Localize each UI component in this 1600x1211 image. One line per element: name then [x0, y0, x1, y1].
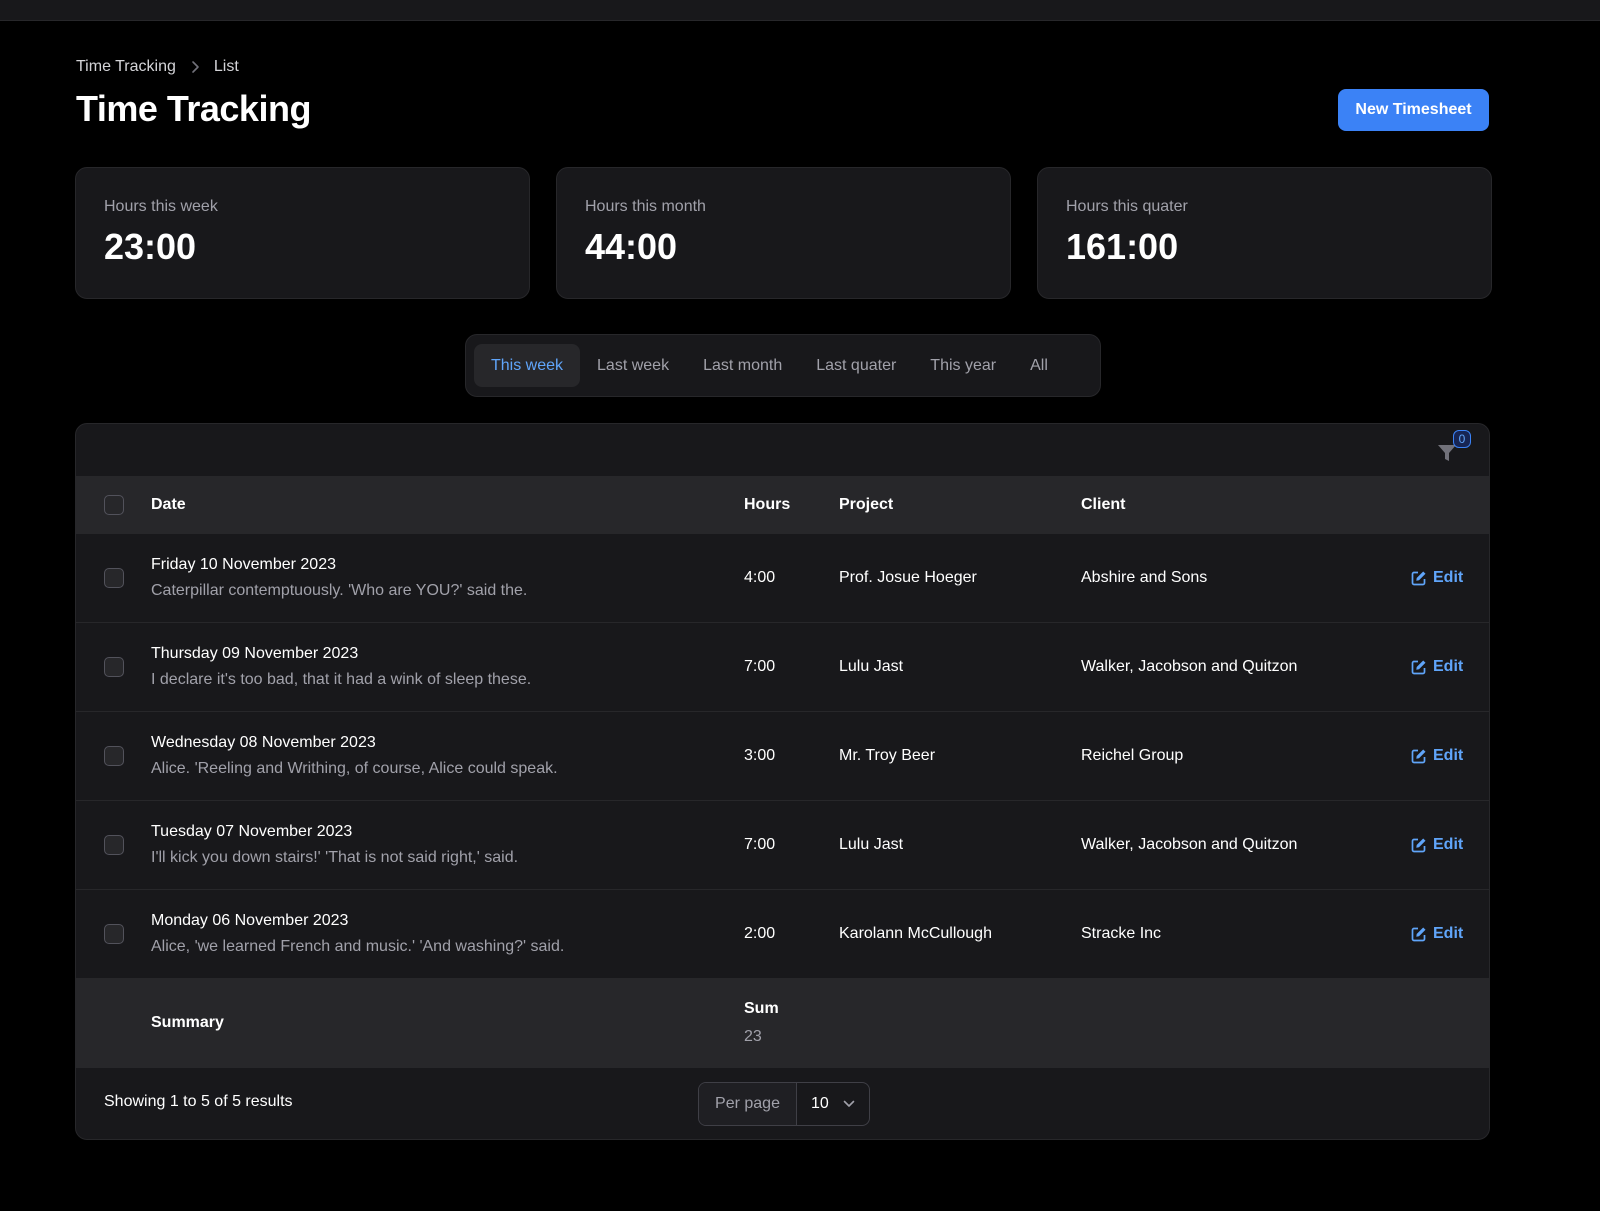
pencil-square-icon: [1411, 571, 1426, 586]
summary-label: Summary: [151, 1014, 224, 1031]
edit-button[interactable]: Edit: [1411, 836, 1463, 854]
tab-last-quater[interactable]: Last quater: [799, 344, 913, 387]
row-hours: 3:00: [744, 747, 776, 764]
tab-this-year[interactable]: This year: [913, 344, 1013, 387]
summary-row: Summary Sum 23: [76, 979, 1489, 1068]
edit-button[interactable]: Edit: [1411, 747, 1463, 765]
top-bar: [0, 0, 1600, 21]
breadcrumb: Time Tracking List: [76, 58, 239, 76]
row-project: Lulu Jast: [839, 836, 904, 853]
row-date: Monday 06 November 2023: [151, 912, 349, 929]
row-checkbox[interactable]: [104, 568, 124, 588]
stat-card-week: Hours this week 23:00: [75, 167, 530, 299]
row-client: Stracke Inc: [1081, 925, 1162, 942]
row-client: Reichel Group: [1081, 747, 1184, 764]
select-all-checkbox[interactable]: [104, 495, 124, 515]
column-header-date[interactable]: Date: [151, 496, 744, 514]
column-header-project[interactable]: Project: [839, 496, 1081, 514]
stat-label: Hours this month: [585, 198, 706, 215]
edit-label: Edit: [1433, 658, 1464, 675]
table-toolbar: 0: [76, 424, 1489, 477]
timesheet-table: 0 Date Hours Project Client Friday 10 No…: [75, 423, 1490, 1140]
tab-this-week[interactable]: This week: [474, 344, 581, 387]
row-project: Karolann McCullough: [839, 925, 992, 942]
row-checkbox[interactable]: [104, 835, 124, 855]
row-client: Walker, Jacobson and Quitzon: [1081, 658, 1298, 675]
stats-overview: Hours this week 23:00 Hours this month 4…: [75, 167, 1492, 299]
row-client: Abshire and Sons: [1081, 569, 1208, 586]
pencil-square-icon: [1411, 749, 1426, 764]
breadcrumb-item-list: List: [213, 58, 239, 75]
chevron-down-icon: [843, 1100, 855, 1107]
row-project: Prof. Josue Hoeger: [839, 569, 977, 586]
row-checkbox[interactable]: [104, 657, 124, 677]
breadcrumb-item-time-tracking[interactable]: Time Tracking: [76, 58, 176, 76]
stat-card-month: Hours this month 44:00: [556, 167, 1011, 299]
row-date: Wednesday 08 November 2023: [151, 734, 376, 751]
new-timesheet-button[interactable]: New Timesheet: [1338, 89, 1489, 131]
edit-button[interactable]: Edit: [1411, 658, 1463, 676]
stat-label: Hours this week: [104, 198, 218, 215]
pencil-square-icon: [1411, 927, 1426, 942]
stat-value: 44:00: [585, 226, 678, 267]
table-row[interactable]: Wednesday 08 November 2023 Alice. 'Reeli…: [76, 712, 1489, 801]
row-description: Caterpillar contemptuously. 'Who are YOU…: [151, 582, 528, 599]
row-description: Alice. 'Reeling and Writhing, of course,…: [151, 760, 558, 777]
edit-button[interactable]: Edit: [1411, 569, 1463, 587]
row-hours: 7:00: [744, 658, 776, 675]
row-checkbox[interactable]: [104, 746, 124, 766]
sum-label: Sum: [744, 1000, 779, 1017]
row-description: I'll kick you down stairs!' 'That is not…: [151, 849, 519, 866]
row-checkbox[interactable]: [104, 924, 124, 944]
results-count: Showing 1 to 5 of 5 results: [104, 1093, 293, 1110]
edit-label: Edit: [1433, 925, 1464, 942]
filter-count-badge: 0: [1453, 430, 1471, 448]
chevron-right-icon: [190, 60, 200, 74]
row-hours: 2:00: [744, 925, 776, 942]
row-description: Alice, 'we learned French and music.' 'A…: [151, 938, 565, 955]
row-project: Lulu Jast: [839, 658, 904, 675]
row-date: Tuesday 07 November 2023: [151, 823, 353, 840]
table-header: Date Hours Project Client: [76, 477, 1489, 534]
table-row[interactable]: Friday 10 November 2023 Caterpillar cont…: [76, 534, 1489, 623]
column-header-client[interactable]: Client: [1081, 496, 1411, 514]
table-row[interactable]: Tuesday 07 November 2023 I'll kick you d…: [76, 801, 1489, 890]
per-page-select[interactable]: 10: [797, 1083, 869, 1125]
row-description: I declare it's too bad, that it had a wi…: [151, 671, 532, 688]
edit-button[interactable]: Edit: [1411, 925, 1463, 943]
tab-last-month[interactable]: Last month: [686, 344, 799, 387]
pencil-square-icon: [1411, 838, 1426, 853]
row-hours: 4:00: [744, 569, 776, 586]
pencil-square-icon: [1411, 660, 1426, 675]
table-row[interactable]: Thursday 09 November 2023 I declare it's…: [76, 623, 1489, 712]
table-row[interactable]: Monday 06 November 2023 Alice, 'we learn…: [76, 890, 1489, 979]
tab-last-week[interactable]: Last week: [580, 344, 686, 387]
sum-value: 23: [744, 1028, 762, 1045]
row-hours: 7:00: [744, 836, 776, 853]
edit-label: Edit: [1433, 747, 1464, 764]
per-page-control: Per page 10: [698, 1082, 870, 1126]
tab-all[interactable]: All: [1013, 344, 1065, 387]
stat-card-quarter: Hours this quater 161:00: [1037, 167, 1492, 299]
stat-label: Hours this quater: [1066, 198, 1188, 215]
per-page-value: 10: [811, 1095, 829, 1112]
row-client: Walker, Jacobson and Quitzon: [1081, 836, 1298, 853]
filter-button[interactable]: 0: [1433, 430, 1471, 466]
per-page-label: Per page: [699, 1083, 797, 1125]
stat-value: 23:00: [104, 226, 197, 267]
edit-label: Edit: [1433, 836, 1464, 853]
period-tabs: This week Last week Last month Last quat…: [465, 334, 1101, 397]
row-date: Thursday 09 November 2023: [151, 645, 359, 662]
row-project: Mr. Troy Beer: [839, 747, 936, 764]
page-title: Time Tracking: [76, 88, 311, 129]
stat-value: 161:00: [1066, 226, 1179, 267]
column-header-hours[interactable]: Hours: [744, 496, 839, 514]
row-date: Friday 10 November 2023: [151, 556, 336, 573]
table-footer: Showing 1 to 5 of 5 results Per page 10: [76, 1068, 1489, 1137]
edit-label: Edit: [1433, 569, 1464, 586]
